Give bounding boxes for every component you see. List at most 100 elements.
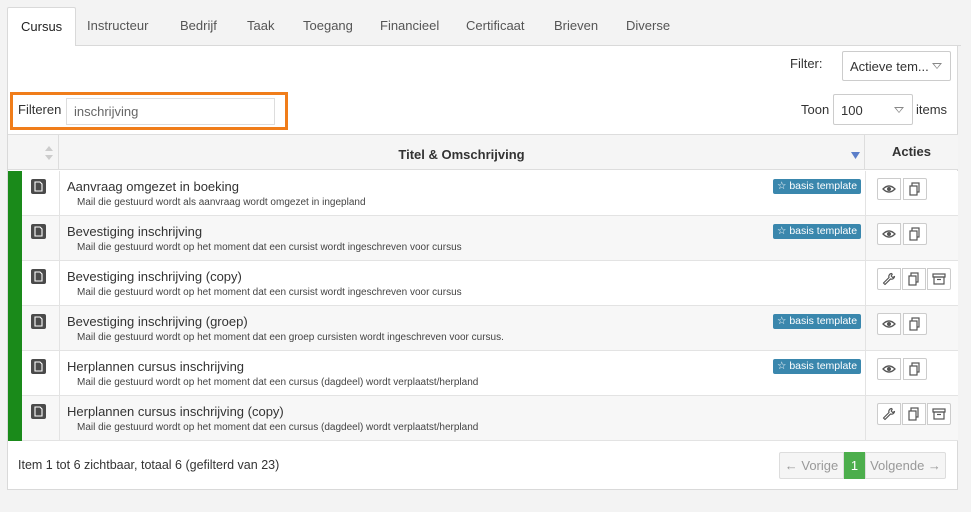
tab-diverse[interactable]: Diverse	[613, 7, 683, 46]
document-icon	[31, 404, 46, 419]
badge-label: basis template	[789, 180, 858, 192]
copy-button[interactable]	[903, 178, 927, 200]
next-page-button[interactable]: Volgende →	[865, 452, 946, 479]
page-1-button[interactable]: 1	[844, 452, 865, 479]
tab-brieven[interactable]: Brieven	[541, 7, 611, 46]
status-indicator	[8, 261, 22, 306]
copy-button[interactable]	[903, 313, 927, 335]
document-icon	[31, 179, 46, 194]
column-divider	[865, 261, 866, 306]
prev-page-button[interactable]: ← Vorige	[779, 452, 844, 479]
view-button[interactable]	[877, 223, 901, 245]
copy-button[interactable]	[903, 358, 927, 380]
view-button[interactable]	[877, 313, 901, 335]
filter-select[interactable]: Actieve tem...	[842, 51, 951, 81]
table-row[interactable]: Bevestiging inschrijving (groep) Mail die…	[8, 306, 958, 351]
edit-button[interactable]	[877, 268, 901, 290]
status-indicator	[8, 171, 22, 216]
column-divider	[865, 396, 866, 441]
view-button[interactable]	[877, 358, 901, 380]
row-description: Mail die gestuurd wordt op het moment da…	[77, 242, 462, 253]
pagination-info: Item 1 tot 6 zichtbaar, totaal 6 (gefilt…	[18, 458, 280, 472]
template-badge: ☆ basis template	[773, 314, 862, 329]
archive-button[interactable]	[927, 403, 951, 425]
template-badge: ☆ basis template	[773, 179, 862, 194]
column-divider	[59, 306, 60, 351]
copy-button[interactable]	[902, 268, 926, 290]
page-size-select[interactable]: 100	[833, 94, 913, 125]
view-button[interactable]	[877, 178, 901, 200]
document-icon	[31, 359, 46, 374]
row-description: Mail die gestuurd wordt op het moment da…	[77, 377, 479, 388]
column-divider	[865, 306, 866, 351]
row-title[interactable]: Bevestiging inschrijving (copy)	[67, 269, 242, 284]
tab-financieel[interactable]: Financieel	[367, 7, 452, 46]
table-row[interactable]: Aanvraag omgezet in boeking Mail die gest…	[8, 171, 958, 216]
row-title[interactable]: Aanvraag omgezet in boeking	[67, 179, 239, 194]
row-title[interactable]: Bevestiging inschrijving (groep)	[67, 314, 248, 329]
document-icon	[31, 224, 46, 239]
row-title[interactable]: Bevestiging inschrijving	[67, 224, 202, 239]
sort-column-header[interactable]	[8, 135, 59, 169]
tab-taak[interactable]: Taak	[234, 7, 287, 46]
table-row[interactable]: Bevestiging inschrijving (copy) Mail die …	[8, 261, 958, 306]
chevron-down-icon	[932, 63, 942, 69]
table-row[interactable]: Herplannen cursus inschrijving Mail die g…	[8, 351, 958, 396]
star-icon: ☆	[777, 225, 787, 237]
column-divider	[59, 351, 60, 396]
sort-icon	[45, 146, 53, 160]
column-divider	[59, 216, 60, 261]
sort-desc-icon	[851, 152, 860, 159]
tab-cursus[interactable]: Cursus	[7, 7, 77, 47]
column-divider	[865, 216, 866, 261]
column-divider	[865, 351, 866, 396]
column-divider	[865, 171, 866, 216]
star-icon: ☆	[777, 360, 787, 372]
column-divider	[59, 171, 60, 216]
template-badge: ☆ basis template	[773, 359, 862, 374]
column-divider	[59, 396, 60, 441]
title-column-label: Titel & Omschrijving	[398, 147, 525, 162]
items-label: items	[916, 102, 948, 117]
search-highlight: Filteren	[10, 92, 288, 130]
tab-bedrijf[interactable]: Bedrijf	[167, 7, 230, 46]
status-indicator	[8, 396, 22, 441]
copy-button[interactable]	[902, 403, 926, 425]
status-indicator	[8, 306, 22, 351]
table-header: Titel & Omschrijving Acties	[8, 134, 958, 170]
row-description: Mail die gestuurd wordt als aanvraag wor…	[77, 197, 366, 208]
document-icon	[31, 269, 46, 284]
tab-certificaat[interactable]: Certificaat	[453, 7, 538, 46]
row-description: Mail die gestuurd wordt op het moment da…	[77, 332, 504, 343]
archive-button[interactable]	[927, 268, 951, 290]
table-row[interactable]: Bevestiging inschrijving Mail die gestuur…	[8, 216, 958, 261]
filter-select-value: Actieve tem...	[850, 59, 929, 74]
show-label: Toon	[801, 102, 830, 117]
tab-instructeur[interactable]: Instructeur	[74, 7, 161, 46]
copy-button[interactable]	[903, 223, 927, 245]
column-divider	[59, 261, 60, 306]
table-row[interactable]: Herplannen cursus inschrijving (copy) Mai…	[8, 396, 958, 441]
search-input[interactable]	[66, 98, 275, 125]
tab-bar: Cursus Instructeur Bedrijf Taak Toegang …	[7, 7, 961, 47]
edit-button[interactable]	[877, 403, 901, 425]
status-indicator	[8, 216, 22, 261]
star-icon: ☆	[777, 315, 787, 327]
row-title[interactable]: Herplannen cursus inschrijving	[67, 359, 244, 374]
row-description: Mail die gestuurd wordt op het moment da…	[77, 287, 462, 298]
document-icon	[31, 314, 46, 329]
title-column-header[interactable]: Titel & Omschrijving	[59, 135, 865, 169]
row-title[interactable]: Herplannen cursus inschrijving (copy)	[67, 404, 284, 419]
badge-label: basis template	[789, 315, 858, 327]
filter-label: Filter:	[790, 56, 823, 71]
badge-label: basis template	[789, 225, 858, 237]
badge-label: basis template	[789, 360, 858, 372]
template-badge: ☆ basis template	[773, 224, 862, 239]
row-description: Mail die gestuurd wordt op het moment da…	[77, 422, 479, 433]
search-label: Filteren	[18, 102, 62, 117]
tab-toegang[interactable]: Toegang	[290, 7, 366, 46]
chevron-down-icon	[894, 106, 904, 113]
page-size-value: 100	[841, 103, 863, 118]
status-indicator	[8, 351, 22, 396]
actions-column-header: Acties	[891, 144, 932, 159]
